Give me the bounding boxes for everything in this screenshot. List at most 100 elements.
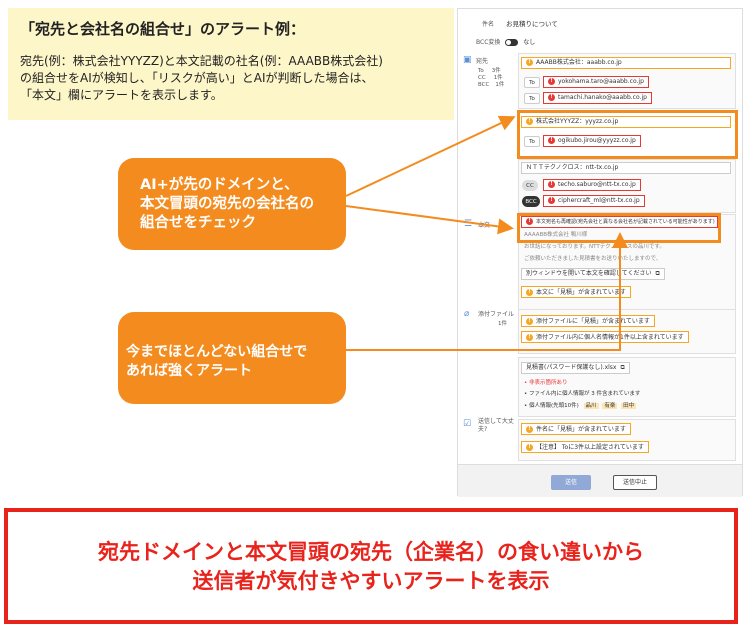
tag-to: To [524,77,540,88]
bcc-convert-row: BCC変換 なし [476,37,535,46]
recipient-tamachi-addr: tamachi.hanako@aaabb.co.jp [558,94,647,101]
alert-icon: ! [548,78,555,85]
warning-icon: ! [526,59,533,66]
attach-warning-1-text: 添付ファイルに「見積」が含まれています [536,318,650,325]
tag-to: To [524,136,540,147]
bcc-convert-label: BCC変換 [476,39,501,46]
external-link-icon: ⧉ [655,270,660,277]
group-ntt-header[interactable]: ＮＴＴテクノクロス：ntt-tx.co.jp [521,162,731,174]
info-box: 「宛先と会社名の組合せ」のアラート例： 宛先(例：株式会社YYYZZ)と本文記載… [8,8,454,120]
attach-sub1: • 非表示箇所あり [524,380,568,386]
warning-icon: ! [526,289,533,296]
alert-icon: ! [548,137,555,144]
summary-box: 宛先ドメインと本文冒頭の宛先（企業名）の食い違いから 送信者が気付きやすいアラー… [4,508,738,624]
body-label: 本文 [478,222,491,229]
recipient-techo[interactable]: ! techo.saburo@ntt-tx.co.jp [543,179,641,191]
alert-icon: ! [548,197,555,204]
open-body-window-label: 別ウィンドウを開いて本文を確認してください [526,270,652,277]
alert-icon: ! [526,218,533,225]
attach-warning-2: ! 添付ファイル内に個人名情報が1件以上含まれています [521,331,689,343]
body-alert: ! 本文宛名も再確認(宛先会社と異なる会社名が記載されている可能性があります) [521,216,718,228]
bcc-convert-value: なし [523,39,536,46]
subject-row: 件名 お見積りについて [482,18,558,28]
checklist-icon: ☑ [463,419,472,429]
body-alert-text: 本文宛名も再確認(宛先会社と異なる会社名が記載されている可能性があります) [536,219,715,225]
subject-label: 件名 [482,21,495,28]
body-line2: お世話になっております。NTTテクノクロスの品川です。 [524,244,665,250]
callout2-line1: 今までほとんどない組合せで [126,344,308,360]
confirm-warning-1: ! 件名に「見積」が含まれています [521,423,631,435]
recipient-ogikubo[interactable]: ! ogikubo.jirou@yyyzz.co.jp [543,135,641,147]
callout1-line3: 組合せをチェック [140,215,256,231]
alert-icon: ! [548,94,555,101]
tag-bcc: BCC [522,196,540,207]
attach-file-button[interactable]: 見積書(パスワード保護なし).xlsx ⧉ [521,362,630,374]
callout-strong-alert: 今までほとんどない組合せで あれば強くアラート [118,312,346,404]
info-text-line3: 「本文」欄にアラートを表示します。 [20,88,223,102]
tag-cc: CC [522,180,538,191]
recipient-ciphercraft[interactable]: ! ciphercraft_ml@ntt-tx.co.jp [543,195,645,207]
recipient-ogikubo-addr: ogikubo.jirou@yyyzz.co.jp [558,137,636,144]
callout2-line2: あれば強くアラート [126,363,252,379]
recipient-techo-addr: techo.saburo@ntt-tx.co.jp [558,181,636,188]
info-title: 「宛先と会社名の組合せ」のアラート例： [20,20,306,38]
body-warning: ! 本文に「見積」が含まれています [521,286,631,298]
recipient-ciphercraft-addr: ciphercraft_ml@ntt-tx.co.jp [558,197,640,204]
body-warning-text: 本文に「見積」が含まれています [536,289,626,296]
cancel-send-button[interactable]: 送信中止 [613,475,657,490]
attach-sub1-text: 非表示箇所あり [529,380,568,386]
attach-warning-2-text: 添付ファイル内に個人名情報が1件以上含まれています [536,334,684,341]
bcc-convert-toggle[interactable] [505,39,519,46]
to-label: 宛先 [476,58,489,65]
body-line3: ご依頼いただきました見積書をお送りいたしますので、 [524,256,662,262]
attach-file-name: 見積書(パスワード保護なし).xlsx [526,364,617,371]
warning-icon: ! [526,444,533,451]
mail-confirm-panel: 件名 お見積りについて BCC変換 なし ▣ 宛先 To 3件 CC 1件 BCC 1… [457,8,743,497]
paperclip-icon: ⌀ [464,309,470,319]
recipients-icon: ▣ [463,55,472,65]
attach-count: 1件 [498,321,507,327]
bcc-sub-label: BCC [478,82,490,88]
alert-icon: ! [548,181,555,188]
send-button[interactable]: 送信 [551,475,591,490]
tag-to: To [524,93,540,104]
attach-name-2: 有楽 [602,403,618,409]
confirm-warning-2-text: 【注意】 Toに3件以上設定されています [536,444,644,451]
recipient-yokohama-addr: yokohama.taro@aaabb.co.jp [558,78,644,85]
group-aaabb-domain: AAABB株式会社：aaabb.co.jp [536,59,622,66]
attach-warning-1: ! 添付ファイルに「見積」が含まれています [521,315,655,327]
summary-line2: 送信者が気付きやすいアラートを表示 [192,569,550,593]
attach-sub2-text: ファイル内に個人情報が 3 件含まれています [529,391,641,397]
footer-bar [458,464,742,497]
attach-sub2: • ファイル内に個人情報が 3 件含まれています [524,391,641,397]
warning-icon: ! [526,426,533,433]
bcc-count: 1件 [495,82,505,88]
attach-name-1: 品川 [583,403,599,409]
group-yyyzz-header[interactable]: ! 株式会社YYYZZ：yyyzz.co.jp [521,116,731,128]
summary-line1: 宛先ドメインと本文冒頭の宛先（企業名）の食い違いから [98,540,644,564]
info-text-line2: の組合せをAIが検知し、「リスクが高い」とAIが判断した場合は、 [20,71,374,85]
recipient-yokohama[interactable]: ! yokohama.taro@aaabb.co.jp [543,76,649,88]
subject-value: お見積りについて [505,20,558,28]
warning-icon: ! [526,334,533,341]
callout1-line1: AI+が先のドメインと、 [140,177,299,193]
group-yyyzz-domain: 株式会社YYYZZ：yyyzz.co.jp [536,118,619,125]
attach-label: 添付ファイル [478,311,515,318]
open-body-window-button[interactable]: 別ウィンドウを開いて本文を確認してください ⧉ [521,268,665,280]
group-ntt-domain: ＮＴＴテクノクロス：ntt-tx.co.jp [526,164,619,171]
confirm-warning-2: ! 【注意】 Toに3件以上設定されています [521,441,649,453]
warning-icon: ! [526,118,533,125]
external-link-icon: ⧉ [620,364,625,371]
callout-domain-check: AI+が先のドメインと、 本文冒頭の宛先の会社名の 組合せをチェック [118,158,346,250]
group-aaabb-header[interactable]: ! AAABB株式会社：aaabb.co.jp [521,57,731,69]
info-text-line1: 宛先(例：株式会社YYYZZ)と本文記載の社名(例：AAABB株式会社) [20,54,383,68]
recipient-tamachi[interactable]: ! tamachi.hanako@aaabb.co.jp [543,92,652,104]
warning-icon: ! [526,318,533,325]
confirm-label: 送信して大丈夫? [478,418,514,433]
attach-sub3: • 個人情報(先頭10件) 品川 有楽 田中 [524,403,637,409]
body-icon: ☰ [464,219,473,229]
attach-name-3: 田中 [621,403,637,409]
body-line1: AAAABB株式会社 鴨川様 [524,232,588,238]
confirm-warning-1-text: 件名に「見積」が含まれています [536,426,626,433]
attach-sub3-text: 個人情報(先頭10件) [529,403,579,409]
